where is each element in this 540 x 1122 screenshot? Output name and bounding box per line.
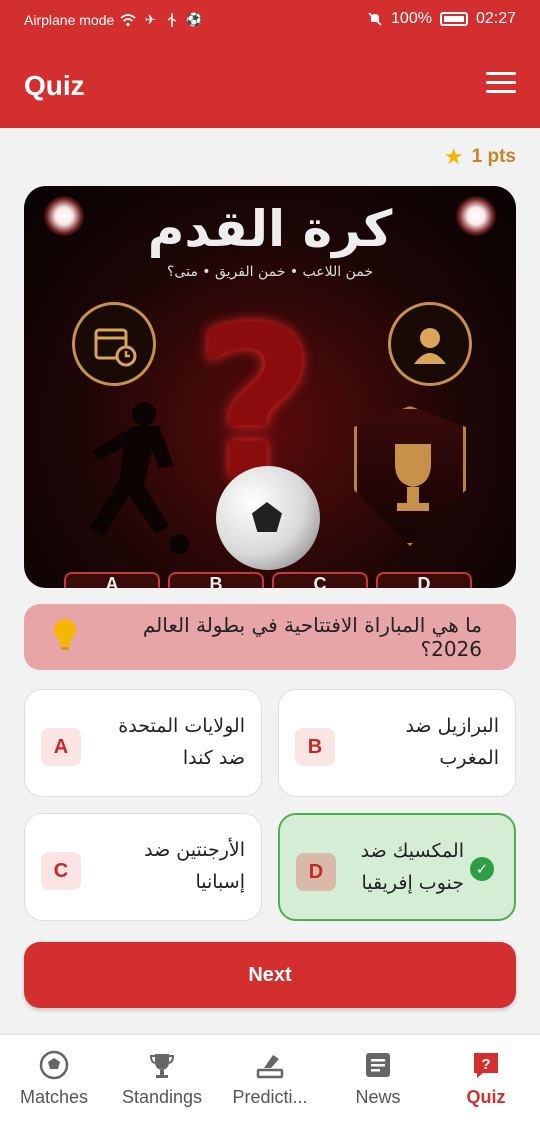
airplane-mode-label: Airplane mode (24, 12, 115, 28)
banner-subtitle: خمن اللاعب • خمن الفريق • متى؟ (167, 264, 373, 280)
prediction-icon (254, 1049, 286, 1081)
status-bar: Airplane mode ✈ ⚽ 100% 02:27 (0, 0, 540, 42)
airplane-icon: ✈ (144, 12, 156, 27)
answer-text: الأرجنتين ضد إسبانيا (144, 839, 245, 893)
answer-letter: B (295, 728, 335, 766)
status-right: 100% 02:27 (367, 10, 516, 28)
nav-label: Predicti... (232, 1087, 308, 1107)
check-circle-icon: ✓ (470, 857, 494, 881)
nav-label: Quiz (466, 1087, 506, 1107)
nav-item-matches[interactable]: Matches (0, 1035, 108, 1122)
bottom-navigation: Matches Standings Predicti... News ? Qui… (0, 1034, 540, 1122)
answer-text: الولايات المتحدة ضد كندا (118, 715, 245, 769)
quiz-banner-image: كرة القدم خمن اللاعب • خمن الفريق • متى؟… (24, 186, 516, 588)
answer-option-a[interactable]: A الولايات المتحدة ضد كندا (24, 689, 262, 797)
battery-icon (439, 12, 468, 26)
question-text: ما هي المباراة الافتتاحية في بطولة العال… (142, 613, 482, 661)
next-button[interactable]: Next (24, 942, 516, 1008)
answer-text: المكسيك ضد جنوب إفريقيا (360, 840, 464, 894)
banner-tab-d: D (376, 572, 472, 588)
player-silhouette-icon (388, 302, 472, 386)
usb-icon (164, 12, 180, 28)
answer-option-d[interactable]: D المكسيك ضد جنوب إفريقيا ✓ (278, 813, 516, 921)
player-silhouette-graphic (89, 402, 189, 554)
quiz-icon: ? (470, 1049, 502, 1081)
status-left: Airplane mode ✈ ⚽ (24, 12, 202, 28)
trophy-shield-graphic (354, 406, 466, 546)
answer-option-c[interactable]: C الأرجنتين ضد إسبانيا (24, 813, 262, 921)
news-icon (362, 1049, 394, 1081)
points-badge: ★ 1 pts (444, 144, 516, 170)
hamburger-menu-icon[interactable] (486, 72, 516, 96)
answer-option-b[interactable]: B البرازيل ضد المغرب (278, 689, 516, 797)
soccer-ball-graphic (216, 466, 320, 570)
banner-tab-c: C (272, 572, 368, 588)
app-bar: Quiz (0, 42, 540, 128)
question-card: ما هي المباراة الافتتاحية في بطولة العال… (24, 604, 516, 670)
banner-title: كرة القدم (147, 200, 393, 258)
nav-label: Standings (121, 1087, 203, 1107)
clock: 02:27 (475, 10, 516, 27)
battery-percent: 100% (391, 10, 432, 27)
banner-answer-tabs: A B C D (64, 572, 472, 588)
lightbulb-icon (52, 618, 78, 657)
nav-item-predictions[interactable]: Predicti... (216, 1035, 324, 1122)
nav-item-quiz[interactable]: ? Quiz (432, 1035, 540, 1122)
points-value: 1 pts (471, 146, 516, 167)
calendar-icon (72, 302, 156, 386)
answer-letter: D (296, 853, 336, 891)
page-title: Quiz (24, 70, 85, 101)
answer-letter: C (41, 852, 81, 890)
nav-item-news[interactable]: News (324, 1035, 432, 1122)
trophy-icon (146, 1049, 178, 1081)
app-notification-icon: ⚽ (186, 12, 203, 27)
star-icon: ★ (443, 144, 464, 169)
answer-text: البرازيل ضد المغرب (405, 715, 499, 769)
svg-text:?: ? (481, 1056, 490, 1073)
banner-tab-a: A (64, 572, 160, 588)
wifi-icon (120, 12, 136, 28)
nav-label: News (355, 1087, 401, 1107)
answer-letter: A (41, 728, 81, 766)
mute-bell-icon (367, 11, 383, 27)
soccer-ball-icon (38, 1049, 70, 1081)
nav-label: Matches (19, 1087, 89, 1107)
nav-item-standings[interactable]: Standings (108, 1035, 216, 1122)
banner-tab-b: B (168, 572, 264, 588)
